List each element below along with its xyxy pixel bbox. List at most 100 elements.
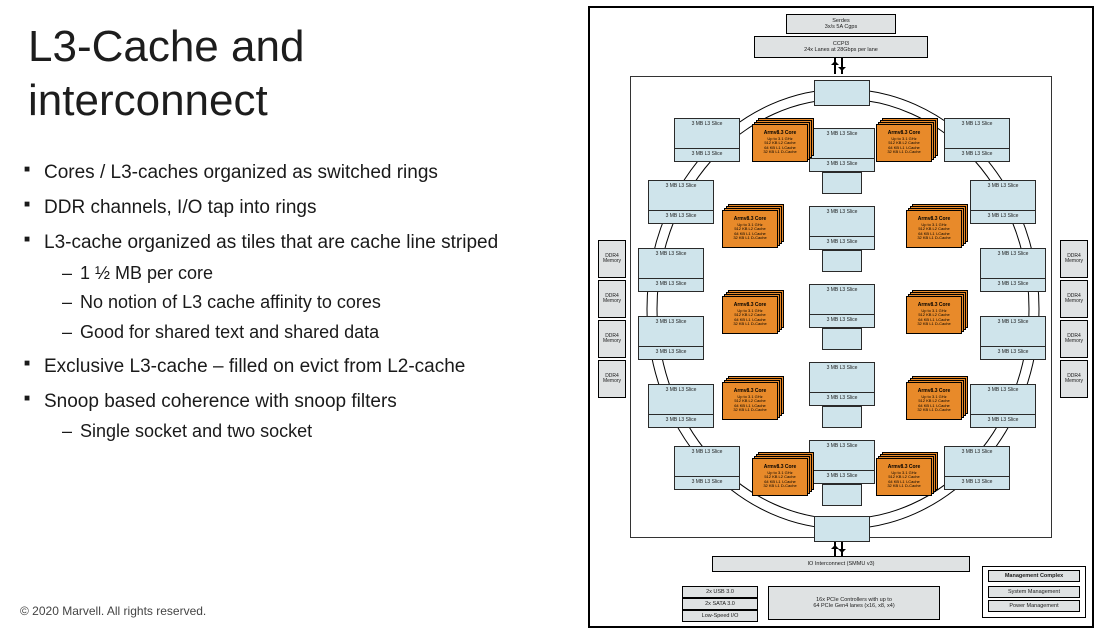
l3-slice-stack: 3 MB L3 Slice 3 MB L3 Slice xyxy=(809,362,875,406)
l3-slot-gap xyxy=(944,131,1010,149)
ddr4-memory-block: DDR4 Memory xyxy=(1060,280,1088,318)
l3-slice-stack: 3 MB L3 Slice 3 MB L3 Slice xyxy=(980,248,1046,292)
ddr4-memory-block: DDR4 Memory xyxy=(598,280,626,318)
l3-slice: 3 MB L3 Slice xyxy=(970,414,1036,428)
arrow-down-icon xyxy=(841,58,843,74)
bullet-list: Cores / L3-caches organized as switched … xyxy=(24,160,554,453)
l3-slice: 3 MB L3 Slice xyxy=(638,278,704,292)
l3-slice: 3 MB L3 Slice xyxy=(648,414,714,428)
arrow-up-icon xyxy=(834,58,836,74)
l3-slice-stack: 3 MB L3 Slice 3 MB L3 Slice xyxy=(648,384,714,428)
l3-slice-stack: 3 MB L3 Slice 3 MB L3 Slice xyxy=(638,248,704,292)
bullet-2: DDR channels, I/O tap into rings xyxy=(24,195,554,222)
l3-slice: 3 MB L3 Slice xyxy=(970,180,1036,194)
l3-slot-gap xyxy=(980,261,1046,279)
l3-slice: 3 MB L3 Slice xyxy=(944,446,1010,460)
lowspeed-io-block: Low-Speed I/O xyxy=(682,610,758,622)
l3-slot-gap xyxy=(809,141,875,159)
l3-slice-stack: 3 MB L3 Slice3 MB L3 Slice xyxy=(809,440,875,484)
tap-node xyxy=(822,172,862,194)
l3-slice: 3 MB L3 Slice xyxy=(648,180,714,194)
io-interconnect-block: IO Interconnect (SMMU v3) xyxy=(712,556,970,572)
ddr4-memory-block: DDR4 Memory xyxy=(598,320,626,358)
core-label: Armv8.3 CoreUp to 3.1 GHz512 KB L2 Cache… xyxy=(876,458,932,496)
l3-slice: 3 MB L3 Slice xyxy=(674,118,740,132)
l3-slice: 3 MB L3 Slice xyxy=(980,316,1046,330)
core-label: Armv8.3 CoreUp to 3.1 GHz512 KB L2 Cache… xyxy=(722,296,778,334)
l3-slot-gap xyxy=(980,329,1046,347)
l3-slice: 3 MB L3 Slice xyxy=(980,248,1046,262)
bullet-5-sublist: Single socket and two socket xyxy=(62,419,554,445)
l3-slice-stack: 3 MB L3 Slice3 MB L3 Slice xyxy=(944,118,1010,162)
l3-slot-gap xyxy=(970,397,1036,415)
l3-slot-gap xyxy=(648,397,714,415)
l3-slice: 3 MB L3 Slice xyxy=(809,284,875,298)
tap-node xyxy=(822,406,862,428)
l3-slice: 3 MB L3 Slice xyxy=(809,128,875,142)
l3-slice: 3 MB L3 Slice xyxy=(809,392,875,406)
bullet-3-3: Good for shared text and shared data xyxy=(62,320,554,346)
tap-node xyxy=(822,484,862,506)
core-label: Armv8.3 CoreUp to 3.1 GHz512 KB L2 Cache… xyxy=(752,124,808,162)
ccpi-block: CCPI3 24x Lanes at 28Gbps per lane xyxy=(754,36,928,58)
core-cluster: Armv8.3 CoreUp to 3.1 GHz512 KB L2 Cache… xyxy=(906,376,968,420)
l3-slice: 3 MB L3 Slice xyxy=(648,210,714,224)
l3-slice: 3 MB L3 Slice xyxy=(809,440,875,454)
core-label: Armv8.3 CoreUp to 3.1 GHz512 KB L2 Cache… xyxy=(722,210,778,248)
mc-power: Power Management xyxy=(988,600,1080,612)
serdes-block: Serdes 3x/s 5A Cgps xyxy=(786,14,896,34)
ddr4-memory-block: DDR4 Memory xyxy=(598,240,626,278)
l3-slice: 3 MB L3 Slice xyxy=(809,362,875,376)
title-line-2: interconnect xyxy=(28,76,268,125)
core-cluster: Armv8.3 CoreUp to 3.1 GHz512 KB L2 Cache… xyxy=(906,290,968,334)
l3-slice: 3 MB L3 Slice xyxy=(638,346,704,360)
pcie-block: 16x PCIe Controllers with up to 64 PCIe … xyxy=(768,586,940,620)
tap-node xyxy=(822,250,862,272)
l3-slice: 3 MB L3 Slice xyxy=(638,248,704,262)
l3-slice: 3 MB L3 Slice xyxy=(944,476,1010,490)
l3-slice-stack: 3 MB L3 Slice3 MB L3 Slice xyxy=(809,206,875,250)
bullet-4: Exclusive L3-cache – filled on evict fro… xyxy=(24,354,554,381)
arrow-up-icon xyxy=(834,542,836,556)
l3-slice-stack: 3 MB L3 Slice 3 MB L3 Slice xyxy=(648,180,714,224)
l3-slice: 3 MB L3 Slice xyxy=(980,346,1046,360)
core-label: Armv8.3 CoreUp to 3.1 GHz512 KB L2 Cache… xyxy=(906,382,962,420)
l3-slice: 3 MB L3 Slice xyxy=(944,118,1010,132)
usb-block: 2x USB 3.0 xyxy=(682,586,758,598)
l3-slot-gap xyxy=(648,193,714,211)
l3-slice-stack: 3 MB L3 Slice3 MB L3 Slice xyxy=(674,446,740,490)
l3-slice-stack: 3 MB L3 Slice 3 MB L3 Slice xyxy=(944,446,1010,490)
sata-block: 2x SATA 3.0 xyxy=(682,598,758,610)
l3-slice-stack: 3 MB L3 Slice 3 MB L3 Slice xyxy=(809,284,875,328)
l3-slice-stack: 3 MB L3 Slice3 MB L3 Slice xyxy=(970,180,1036,224)
title-line-1: L3-Cache and xyxy=(28,22,304,71)
core-label: Armv8.3 CoreUp to 3.1 GHz512 KB L2 Cache… xyxy=(906,296,962,334)
l3-slice-stack: 3 MB L3 Slice3 MB L3 Slice xyxy=(674,118,740,162)
core-label: Armv8.3 CoreUp to 3.1 GHz512 KB L2 Cache… xyxy=(752,458,808,496)
l3-slice-stack: 3 MB L3 Slice 3 MB L3 Slice xyxy=(638,316,704,360)
l3-slice: 3 MB L3 Slice xyxy=(638,316,704,330)
l3-slice: 3 MB L3 Slice xyxy=(809,206,875,220)
core-cluster: Armv8.3 CoreUp to 3.1 GHz512 KB L2 Cache… xyxy=(752,452,814,496)
bullet-3-1: 1 ½ MB per core xyxy=(62,261,554,287)
core-cluster: Armv8.3 CoreUp to 3.1 GHz512 KB L2 Cache… xyxy=(752,118,814,162)
l3-slot-gap xyxy=(809,375,875,393)
l3-slot-gap xyxy=(674,459,740,477)
l3-slot-gap xyxy=(809,219,875,237)
l3-slot-gap xyxy=(638,329,704,347)
tap-node-top xyxy=(814,80,870,106)
bullet-1: Cores / L3-caches organized as switched … xyxy=(24,160,554,187)
core-cluster: Armv8.3 CoreUp to 3.1 GHz512 KB L2 Cache… xyxy=(876,118,938,162)
copyright-text: © 2020 Marvell. All rights reserved. xyxy=(20,604,206,618)
arrow-down-icon xyxy=(841,542,843,556)
core-label: Armv8.3 CoreUp to 3.1 GHz512 KB L2 Cache… xyxy=(722,382,778,420)
l3-slot-gap xyxy=(944,459,1010,477)
l3-slice: 3 MB L3 Slice xyxy=(970,384,1036,398)
bullet-5: Snoop based coherence with snoop filters… xyxy=(24,389,554,446)
l3-slice: 3 MB L3 Slice xyxy=(980,278,1046,292)
l3-slot-gap xyxy=(809,453,875,471)
l3-slice: 3 MB L3 Slice xyxy=(648,384,714,398)
l3-slice: 3 MB L3 Slice xyxy=(809,314,875,328)
l3-slice: 3 MB L3 Slice xyxy=(674,476,740,490)
bullet-3-2: No notion of L3 cache affinity to cores xyxy=(62,290,554,316)
